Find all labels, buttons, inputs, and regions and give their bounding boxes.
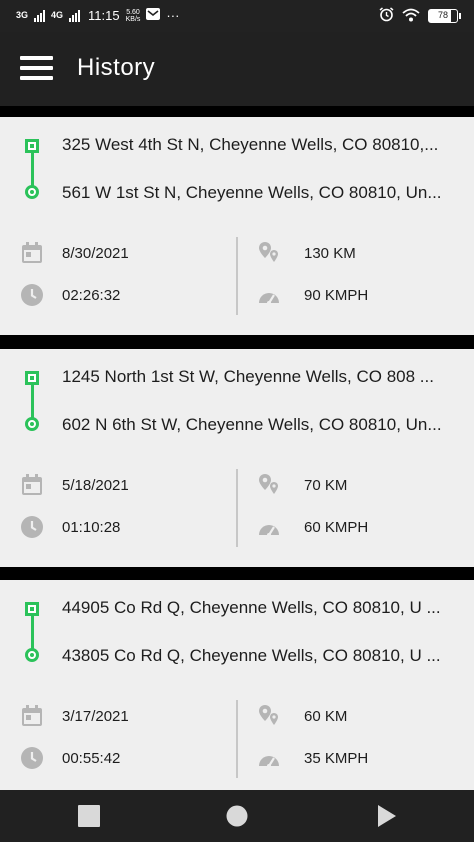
page-title: History xyxy=(77,54,156,81)
network-speed-unit: KB/s xyxy=(125,15,141,23)
speedometer-icon xyxy=(259,525,279,537)
network-speed: 5.60 KB/s xyxy=(126,9,141,23)
start-point-icon xyxy=(25,371,39,385)
start-point-icon xyxy=(25,139,39,153)
end-point-icon xyxy=(25,185,39,199)
calendar-icon xyxy=(22,705,42,726)
trip-speed: 35 KMPH xyxy=(304,750,369,767)
clock-time: 11:15 xyxy=(88,8,120,23)
trip-start-address: 44905 Co Rd Q, Cheyenne Wells, CO 80810,… xyxy=(62,598,441,617)
divider xyxy=(236,237,238,315)
clock-icon xyxy=(21,284,43,306)
battery-icon: 78 xyxy=(428,9,461,23)
location-pins-icon xyxy=(259,705,278,725)
end-point-icon xyxy=(25,417,39,431)
more-notifications-icon: ··· xyxy=(166,8,180,23)
signal-icon xyxy=(34,9,46,22)
trip-speed: 90 KMPH xyxy=(304,287,369,304)
start-point-icon xyxy=(25,602,39,616)
calendar-icon xyxy=(22,474,42,495)
triangle-icon[interactable] xyxy=(377,804,397,828)
trip-speed: 60 KMPH xyxy=(304,519,369,536)
calendar-icon xyxy=(22,242,42,263)
hamburger-icon[interactable] xyxy=(20,56,54,80)
location-pins-icon xyxy=(259,242,278,262)
trip-distance: 70 KM xyxy=(304,477,348,494)
trip-duration: 00:55:42 xyxy=(62,750,121,767)
speedometer-icon xyxy=(259,293,279,305)
status-right: 78 xyxy=(379,7,461,25)
trip-date: 8/30/2021 xyxy=(62,245,129,262)
clock-icon xyxy=(21,747,43,769)
trip-distance: 60 KM xyxy=(304,708,348,725)
trip-date: 3/17/2021 xyxy=(62,708,129,725)
trip-distance: 130 KM xyxy=(304,245,356,262)
trip-duration: 02:26:32 xyxy=(62,287,121,304)
trip-end-address: 561 W 1st St N, Cheyenne Wells, CO 80810… xyxy=(62,183,442,202)
status-left: 3G 4G 11:15 5.60 KB/s ··· xyxy=(16,8,179,23)
trip-card[interactable]: 44905 Co Rd Q, Cheyenne Wells, CO 80810,… xyxy=(0,580,474,798)
alarm-icon xyxy=(379,7,394,25)
wifi-icon xyxy=(402,8,420,25)
trip-end-address: 43805 Co Rd Q, Cheyenne Wells, CO 80810,… xyxy=(62,646,441,665)
clock-icon xyxy=(21,516,43,538)
divider xyxy=(236,469,238,547)
speedometer-icon xyxy=(259,756,279,768)
status-bar: 3G 4G 11:15 5.60 KB/s ··· 78 xyxy=(0,0,474,32)
trip-date: 5/18/2021 xyxy=(62,477,129,494)
system-nav-bar xyxy=(0,790,474,842)
trip-duration: 01:10:28 xyxy=(62,519,121,536)
end-point-icon xyxy=(25,648,39,662)
circle-icon[interactable] xyxy=(226,805,248,827)
app-bar: History xyxy=(0,32,474,106)
trip-start-address: 1245 North 1st St W, Cheyenne Wells, CO … xyxy=(62,367,434,386)
mail-icon xyxy=(146,8,161,23)
network-speed-value: 5.60 xyxy=(126,8,140,16)
trip-card[interactable]: 325 West 4th St N, Cheyenne Wells, CO 80… xyxy=(0,117,474,335)
network-type-2: 4G xyxy=(51,10,64,20)
trip-end-address: 602 N 6th St W, Cheyenne Wells, CO 80810… xyxy=(62,415,442,434)
location-pins-icon xyxy=(259,474,278,494)
signal-icon xyxy=(69,9,81,22)
trip-start-address: 325 West 4th St N, Cheyenne Wells, CO 80… xyxy=(62,135,439,154)
divider xyxy=(236,700,238,778)
trip-card[interactable]: 1245 North 1st St W, Cheyenne Wells, CO … xyxy=(0,349,474,567)
network-type-1: 3G xyxy=(16,10,29,20)
square-icon[interactable] xyxy=(78,805,100,827)
